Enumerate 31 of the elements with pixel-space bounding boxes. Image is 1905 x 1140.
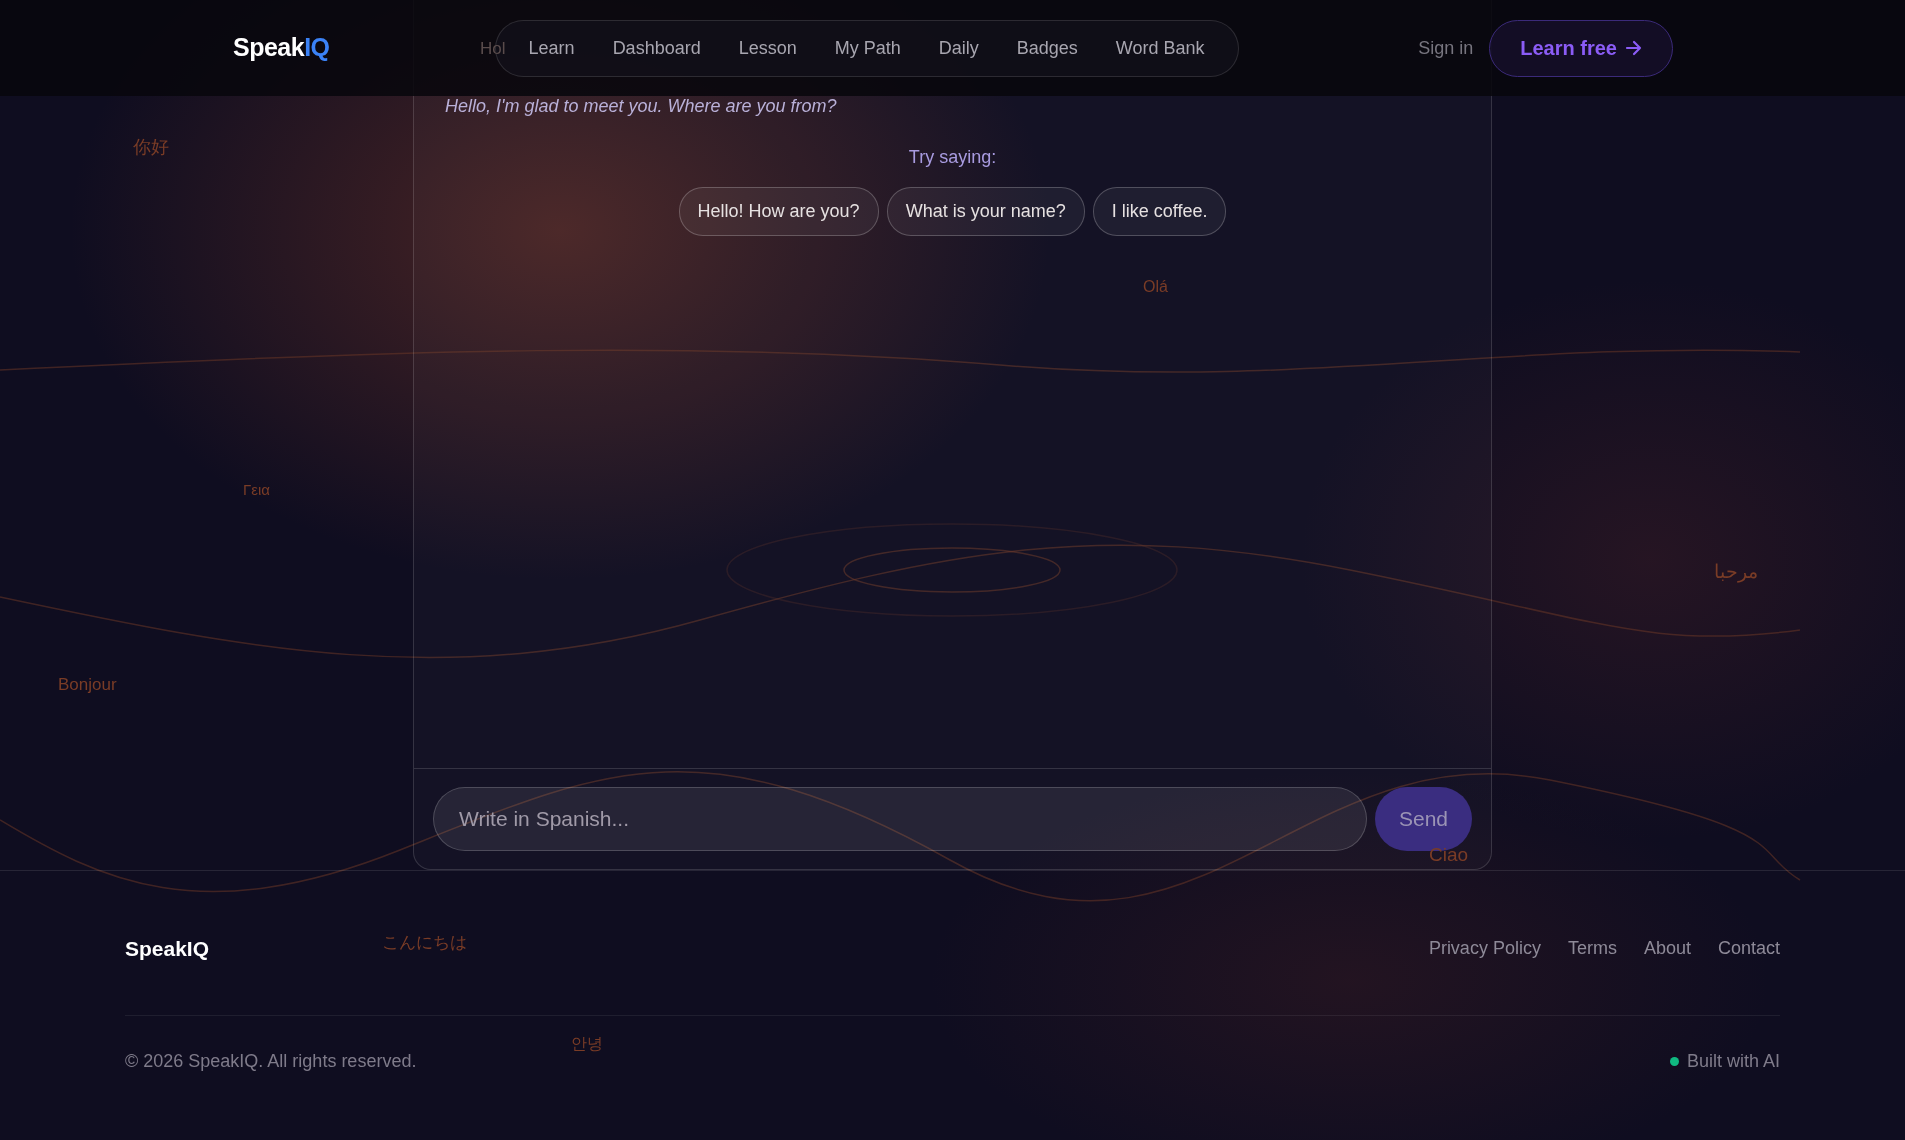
nav-link[interactable]: Learn <box>509 34 594 62</box>
footer-link[interactable]: Privacy Policy <box>1428 935 1541 963</box>
footer-link[interactable]: About <box>1643 935 1691 963</box>
floating-word: Bonjour <box>58 676 117 693</box>
logo[interactable]: SpeakIQ <box>233 29 330 67</box>
floating-word: こんにちは <box>382 934 467 951</box>
nav-link[interactable]: Word Bank <box>1096 34 1224 62</box>
floating-word: Γεια <box>243 482 270 497</box>
learn-free-button[interactable]: Learn free <box>1489 19 1673 77</box>
copyright-text: © 2026 SpeakIQ. All rights reserved. <box>125 1049 417 1073</box>
footer-link[interactable]: Contact <box>1717 935 1780 963</box>
nav-link[interactable]: Badges <box>997 34 1097 62</box>
footer-logo[interactable]: SpeakIQ <box>125 933 210 965</box>
suggestion-chip[interactable]: I like coffee. <box>1092 187 1227 236</box>
floating-word: مرحبا <box>1714 562 1758 581</box>
nav-link[interactable]: Daily <box>919 34 998 62</box>
built-with-ai-text: Built with AI <box>1686 1049 1780 1073</box>
suggestion-chip[interactable]: Hello! How are you? <box>678 187 879 236</box>
sign-in-link[interactable]: Sign in <box>1418 34 1474 62</box>
nav-link[interactable]: Lesson <box>719 34 816 62</box>
suggestion-chip[interactable]: What is your name? <box>886 187 1085 236</box>
try-saying-label: Try saying: <box>907 146 998 169</box>
arrow-icon <box>1625 40 1642 56</box>
footer-link[interactable]: Terms <box>1567 935 1617 963</box>
floating-word: Olá <box>1143 279 1168 295</box>
nav-link[interactable]: Dashboard <box>593 34 720 62</box>
nav-link[interactable]: My Path <box>815 34 920 62</box>
floating-word: Hol <box>480 40 506 57</box>
floating-word: 你好 <box>133 138 169 156</box>
tutor-message: Hello, I'm glad to meet you. Where are you from? <box>444 95 838 118</box>
floating-word: 안녕 <box>571 1036 603 1052</box>
